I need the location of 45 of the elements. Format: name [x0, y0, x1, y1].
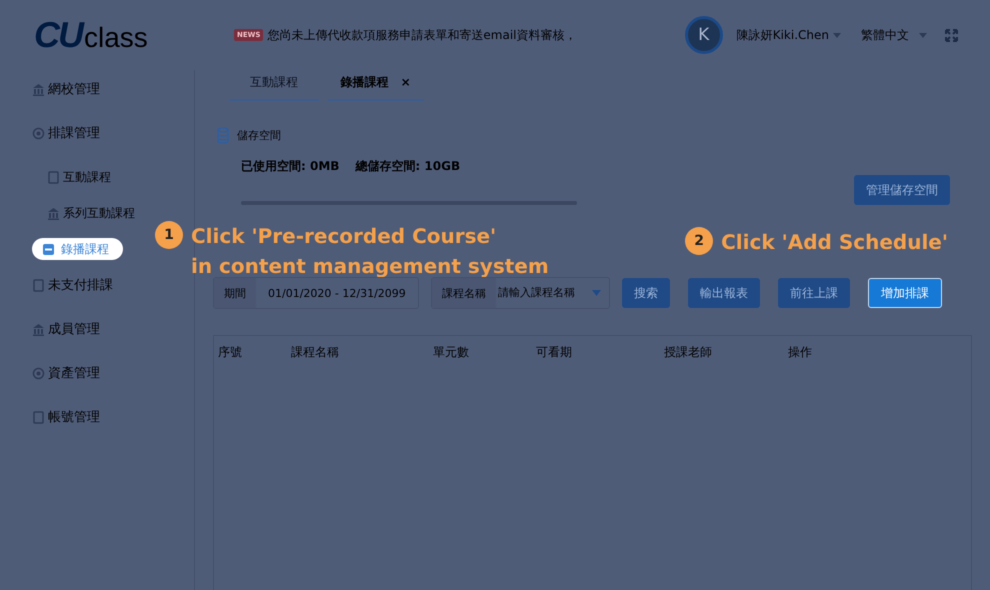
storage-title: 儲存空間	[237, 128, 281, 143]
course-name-field[interactable]: 請輸入課程名稱	[496, 286, 584, 300]
column-header: 課程名稱	[291, 344, 340, 361]
sidebar-item[interactable]: 互動課程	[47, 166, 111, 188]
guide-text: Click 'Pre-recorded Course' in content management system	[191, 223, 549, 280]
column-header: 單元數	[433, 344, 470, 361]
user-name-dropdown[interactable]: 陳詠妍Kiki.Chen	[736, 26, 841, 44]
date-range-field[interactable]: 01/01/2020 - 12/31/2099	[256, 286, 418, 300]
toolbar-button[interactable]: 增加排課	[868, 278, 942, 308]
sidebar-item[interactable]: 系列互動課程	[47, 202, 135, 224]
filter-label: 期間	[214, 278, 256, 308]
logo-text: class	[84, 22, 148, 54]
sidebar-item[interactable]: 資產管理	[32, 362, 100, 384]
tab[interactable]: 互動課程	[229, 70, 319, 101]
sidebar-item[interactable]: 成員管理	[32, 318, 100, 340]
close-icon[interactable]: ×	[400, 75, 411, 89]
tab[interactable]: 錄播課程 ×	[327, 70, 424, 101]
user-avatar[interactable]: K	[684, 16, 723, 54]
logo-mark: CU	[34, 14, 82, 56]
manage-storage-button[interactable]: 管理儲存空間	[854, 175, 950, 205]
filter-label: 課程名稱	[432, 278, 496, 308]
sidebar-item[interactable]: 排課管理	[32, 122, 100, 144]
total-space-text: 總儲存空間: 10GB	[355, 158, 460, 175]
toolbar-button[interactable]: 輸出報表	[688, 278, 760, 308]
column-header: 操作	[788, 344, 813, 361]
step-number: 2	[685, 227, 714, 255]
caret-icon	[592, 290, 601, 296]
notice-text[interactable]: 您尚未上傳代收款項服務申請表單和寄送email資料審核，	[267, 26, 576, 44]
used-space-text: 已使用空間: 0MB	[241, 158, 340, 175]
fullscreen-icon[interactable]	[945, 28, 958, 42]
column-header: 序號	[218, 344, 243, 361]
caret-icon	[833, 32, 841, 38]
sidebar-item[interactable]: 網校管理	[32, 78, 100, 100]
toolbar-button[interactable]: 搜索	[622, 278, 670, 308]
caret-icon	[919, 32, 927, 38]
sidebar-item[interactable]: 未支付排課	[32, 274, 113, 296]
sidebar-item[interactable]: 帳號管理	[32, 406, 100, 428]
column-header: 授課老師	[664, 344, 713, 361]
column-header: 可看期	[536, 344, 573, 361]
language-dropdown[interactable]: 繁體中文	[861, 26, 927, 44]
toolbar-button[interactable]: 前往上課	[778, 278, 850, 308]
sidebar-item[interactable]: 錄播課程	[32, 238, 123, 260]
step-number: 1	[155, 221, 183, 249]
guide-text: Click 'Add Schedule'	[721, 229, 948, 256]
database-icon	[217, 127, 229, 144]
